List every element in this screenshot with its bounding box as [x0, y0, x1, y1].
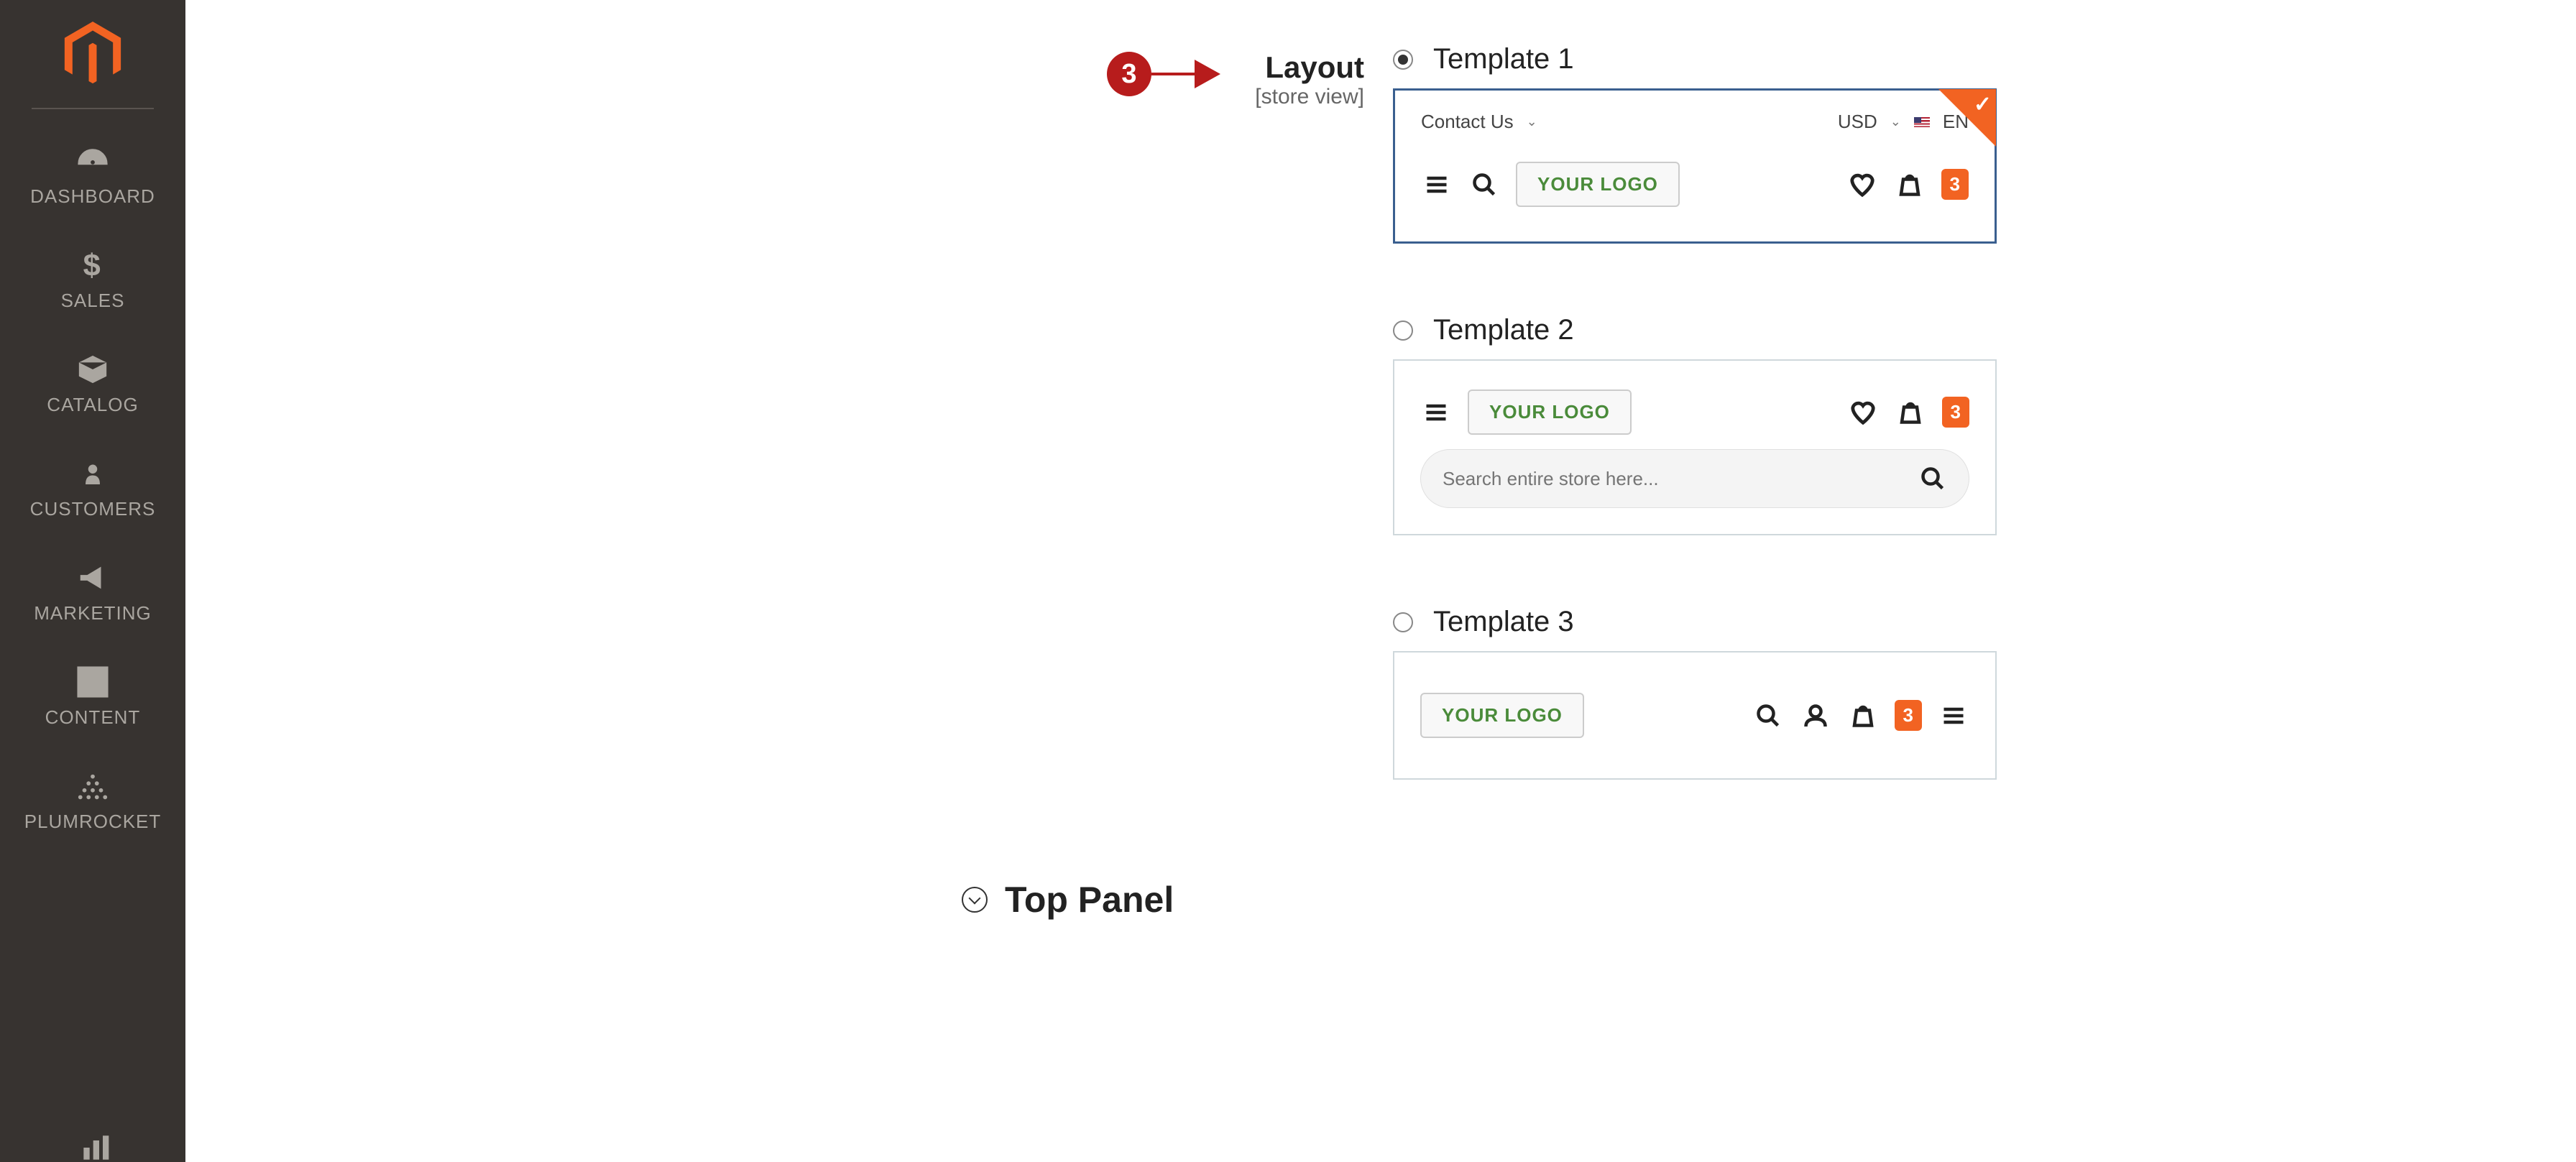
currency-label: USD [1838, 111, 1877, 133]
your-logo-badge: YOUR LOGO [1468, 389, 1632, 435]
heart-icon [1847, 397, 1879, 428]
search-icon [1752, 700, 1784, 732]
search-input-pill [1420, 449, 1969, 508]
search-icon [1468, 169, 1500, 200]
bag-icon [1894, 169, 1926, 200]
preview-template-1[interactable]: Contact Us ⌄ USD ⌄ EN YOUR LOGO [1393, 88, 1997, 244]
section-title: Top Panel [1005, 879, 1174, 921]
sidebar-label: CONTENT [45, 706, 141, 729]
radio-label: Template 2 [1433, 314, 1574, 346]
gauge-icon [75, 144, 110, 178]
bag-icon [1895, 397, 1926, 428]
config-label-column: 3 Layout [store view] [243, 43, 1393, 109]
chevron-down-icon: ⌄ [1527, 114, 1537, 129]
triangle-dots-icon [75, 769, 110, 803]
sidebar-label: CUSTOMERS [30, 498, 156, 520]
preview-template-3[interactable]: YOUR LOGO 3 [1393, 651, 1997, 780]
preview-search-row [1394, 449, 1995, 534]
arrow-right-icon [1195, 60, 1220, 88]
radio-option-template-1[interactable]: Template 1 [1393, 43, 2518, 75]
step-number-badge: 3 [1107, 52, 1151, 96]
radio-option-template-2[interactable]: Template 2 [1393, 314, 2518, 346]
radio-icon [1393, 50, 1413, 70]
preview-template-2[interactable]: YOUR LOGO 3 [1393, 359, 1997, 535]
admin-sidebar: DASHBOARD $ SALES CATALOG CUSTOMERS MARK… [0, 0, 185, 1162]
sidebar-item-customers[interactable]: CUSTOMERS [0, 436, 185, 540]
person-icon [1800, 700, 1831, 732]
hamburger-icon [1421, 169, 1453, 200]
preview-topbar: Contact Us ⌄ USD ⌄ EN [1395, 91, 1995, 140]
box-icon [75, 352, 110, 387]
sidebar-label: CATALOG [47, 394, 138, 416]
hamburger-icon [1938, 700, 1969, 732]
radio-icon [1393, 612, 1413, 632]
cart-count-badge: 3 [1941, 169, 1969, 200]
callout-line [1151, 73, 1195, 75]
config-row-layout: 3 Layout [store view] Template 1 Contact… [243, 43, 2518, 850]
hamburger-icon [1420, 397, 1452, 428]
person-icon [75, 456, 110, 491]
step-callout: 3 [1107, 52, 1220, 96]
sidebar-item-dashboard[interactable]: DASHBOARD [0, 124, 185, 228]
sidebar-divider [32, 108, 154, 109]
radio-label: Template 3 [1433, 606, 1574, 638]
chevron-down-circle-icon [962, 887, 988, 913]
radio-icon [1393, 321, 1413, 341]
bag-icon [1847, 700, 1879, 732]
your-logo-badge: YOUR LOGO [1420, 693, 1584, 738]
megaphone-icon [75, 561, 110, 595]
sidebar-item-content[interactable]: CONTENT [0, 645, 185, 749]
cart-count-badge: 3 [1942, 397, 1969, 428]
sidebar-item-marketing[interactable]: MARKETING [0, 540, 185, 645]
sidebar-item-sales[interactable]: $ SALES [0, 228, 185, 332]
sidebar-item-catalog[interactable]: CATALOG [0, 332, 185, 436]
svg-text:$: $ [83, 249, 101, 282]
search-icon [1918, 464, 1947, 493]
dollar-icon: $ [75, 248, 110, 282]
your-logo-badge: YOUR LOGO [1516, 162, 1680, 207]
search-input[interactable] [1443, 468, 1907, 490]
sidebar-item-reports-partial[interactable] [49, 1115, 142, 1162]
contact-link: Contact Us [1421, 111, 1514, 133]
sidebar-label: MARKETING [34, 602, 152, 624]
chevron-down-icon: ⌄ [1890, 114, 1901, 129]
sidebar-label: DASHBOARD [30, 185, 155, 208]
section-header-top-panel[interactable]: Top Panel [962, 879, 2518, 921]
sidebar-item-plumrocket[interactable]: PLUMROCKET [0, 749, 185, 853]
heart-icon [1846, 169, 1878, 200]
magento-logo[interactable] [60, 22, 125, 86]
radio-label: Template 1 [1433, 43, 1574, 75]
sidebar-label: SALES [61, 290, 125, 312]
layout-icon [75, 665, 110, 699]
radio-option-template-3[interactable]: Template 3 [1393, 606, 2518, 638]
selected-check-icon [1938, 89, 1996, 147]
flag-us-icon [1914, 117, 1930, 127]
preview-main-row: YOUR LOGO 3 [1394, 361, 1995, 449]
preview-main-row: YOUR LOGO 3 [1395, 140, 1995, 241]
sidebar-label: PLUMROCKET [24, 811, 162, 833]
config-value-column: Template 1 Contact Us ⌄ USD ⌄ EN [1393, 43, 2518, 850]
preview-main-row: YOUR LOGO 3 [1394, 653, 1995, 778]
cart-count-badge: 3 [1895, 700, 1922, 731]
main-content: 3 Layout [store view] Template 1 Contact… [185, 0, 2576, 964]
